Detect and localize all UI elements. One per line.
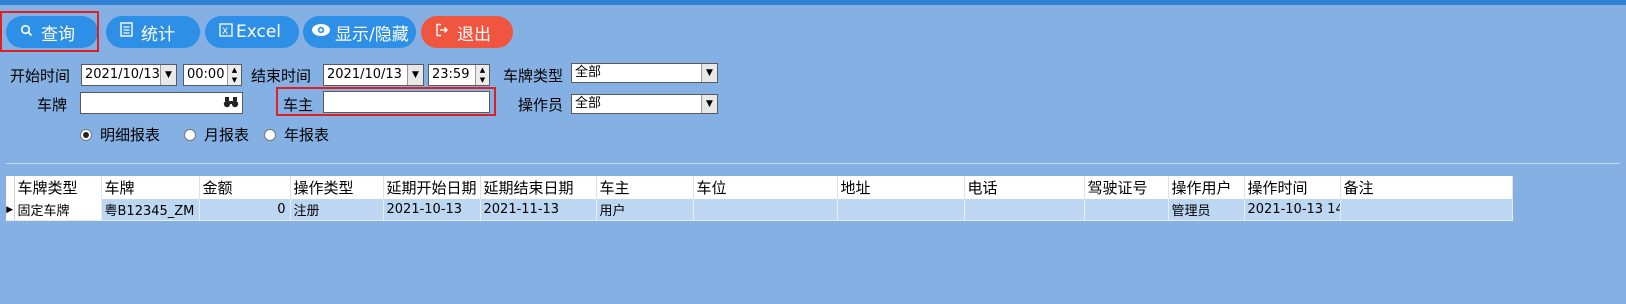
highlight-box-owner	[276, 87, 496, 116]
table-row[interactable]: ▶ 固定车牌 粤B12345_ZM 0 注册 2021-10-13 2021-1…	[6, 199, 1513, 221]
table-cell[interactable]: 注册	[290, 199, 384, 221]
table-cell[interactable]: 用户	[596, 199, 694, 221]
table-cell[interactable]	[837, 199, 965, 221]
column-header[interactable]: 延期结束日期	[480, 176, 597, 199]
plate-label: 车牌	[37, 96, 68, 114]
end-clock-input[interactable]: 23:59 ▲ ▼	[428, 64, 490, 86]
column-header[interactable]: 操作用户	[1168, 176, 1245, 199]
column-header[interactable]: 车主	[596, 176, 694, 199]
column-header[interactable]: 车位	[693, 176, 838, 199]
excel-button[interactable]: X Excel	[205, 16, 299, 48]
end-time-label: 结束时间	[251, 67, 312, 85]
table-cell[interactable]	[1340, 199, 1513, 221]
column-header[interactable]: 地址	[837, 176, 965, 199]
stats-button-label: 统计	[141, 24, 175, 45]
stats-button[interactable]: 统计	[106, 16, 200, 48]
start-clock-value: 00:00	[187, 67, 225, 82]
table-cell[interactable]	[1084, 199, 1169, 221]
radio-yearly-report[interactable]: 年报表	[264, 124, 329, 145]
row-pointer-icon: ▶	[6, 199, 15, 221]
column-header[interactable]: 电话	[964, 176, 1085, 199]
chevron-down-icon[interactable]: ▼	[407, 65, 423, 85]
plate-type-value: 全部	[575, 65, 602, 80]
divider	[6, 163, 1620, 164]
column-header[interactable]: 金额	[199, 176, 291, 199]
exit-button[interactable]: 退出	[421, 16, 513, 48]
operator-label: 操作员	[518, 96, 564, 114]
operator-select[interactable]: 全部 ▼	[571, 94, 718, 114]
plate-input[interactable]	[80, 92, 243, 114]
table-cell[interactable]: 2021-10-13 14	[1244, 199, 1341, 221]
start-date-picker[interactable]: 2021/10/13 ▼	[81, 64, 177, 86]
column-header[interactable]: 驾驶证号	[1084, 176, 1169, 199]
toggle-visibility-label: 显示/隐藏	[335, 24, 409, 45]
table-cell[interactable]: 固定车牌	[14, 199, 102, 221]
start-date-value: 2021/10/13	[85, 67, 160, 82]
table-cell[interactable]: 2021-11-13	[480, 199, 597, 221]
column-header[interactable]: 操作时间	[1244, 176, 1341, 199]
spinner-icon[interactable]: ▲ ▼	[227, 65, 241, 85]
radio-detail-report[interactable]: 明细报表	[80, 124, 160, 145]
table-cell[interactable]: 2021-10-13	[383, 199, 481, 221]
chevron-down-icon[interactable]: ▼	[160, 65, 176, 85]
table-cell[interactable]: 管理员	[1168, 199, 1245, 221]
column-header[interactable]: 车牌类型	[14, 176, 102, 199]
end-date-picker[interactable]: 2021/10/13 ▼	[323, 64, 424, 86]
end-clock-value: 23:59	[432, 67, 470, 82]
excel-icon: X	[219, 22, 233, 42]
report-icon	[120, 22, 133, 42]
spinner-icon[interactable]: ▲ ▼	[475, 65, 489, 85]
start-time-label: 开始时间	[10, 67, 71, 85]
radio-dot	[264, 128, 276, 141]
plate-type-label: 车牌类型	[503, 67, 564, 85]
column-header[interactable]: 操作类型	[290, 176, 384, 199]
radio-dot	[80, 128, 92, 141]
column-header[interactable]: 备注	[1340, 176, 1513, 199]
radio-detail-label: 明细报表	[100, 126, 161, 144]
radio-monthly-report[interactable]: 月报表	[184, 124, 249, 145]
window-top-border	[0, 0, 1626, 5]
operator-value: 全部	[575, 96, 602, 111]
binoculars-icon[interactable]	[223, 94, 239, 113]
row-header-corner	[6, 176, 15, 199]
chevron-down-icon[interactable]: ▼	[701, 64, 717, 82]
table-cell[interactable]: 粤B12345_ZM	[101, 199, 200, 221]
table-cell[interactable]	[693, 199, 838, 221]
radio-dot	[184, 128, 196, 141]
radio-yearly-label: 年报表	[284, 126, 330, 144]
svg-text:X: X	[222, 27, 228, 37]
exit-button-label: 退出	[457, 24, 491, 45]
table-cell[interactable]	[964, 199, 1085, 221]
excel-button-label: Excel	[236, 22, 282, 42]
records-table: 车牌类型 车牌 金额 操作类型 延期开始日期 延期结束日期 车主 车位 地址 电…	[6, 176, 1513, 221]
plate-type-select[interactable]: 全部 ▼	[571, 63, 718, 83]
toolbar: 查询 统计 X Excel 显示/隐藏 退出	[0, 14, 1626, 52]
chevron-down-icon[interactable]: ▼	[701, 95, 717, 113]
radio-monthly-label: 月报表	[204, 126, 250, 144]
column-header[interactable]: 车牌	[101, 176, 200, 199]
column-header[interactable]: 延期开始日期	[383, 176, 481, 199]
table-cell[interactable]: 0	[199, 199, 291, 221]
end-date-value: 2021/10/13	[327, 67, 402, 82]
eye-icon	[311, 22, 331, 42]
table-header-row: 车牌类型 车牌 金额 操作类型 延期开始日期 延期结束日期 车主 车位 地址 电…	[6, 176, 1513, 199]
toggle-visibility-button[interactable]: 显示/隐藏	[303, 16, 416, 48]
highlight-box-query	[0, 11, 99, 52]
logout-icon	[435, 22, 449, 42]
start-clock-input[interactable]: 00:00 ▲ ▼	[183, 64, 242, 86]
